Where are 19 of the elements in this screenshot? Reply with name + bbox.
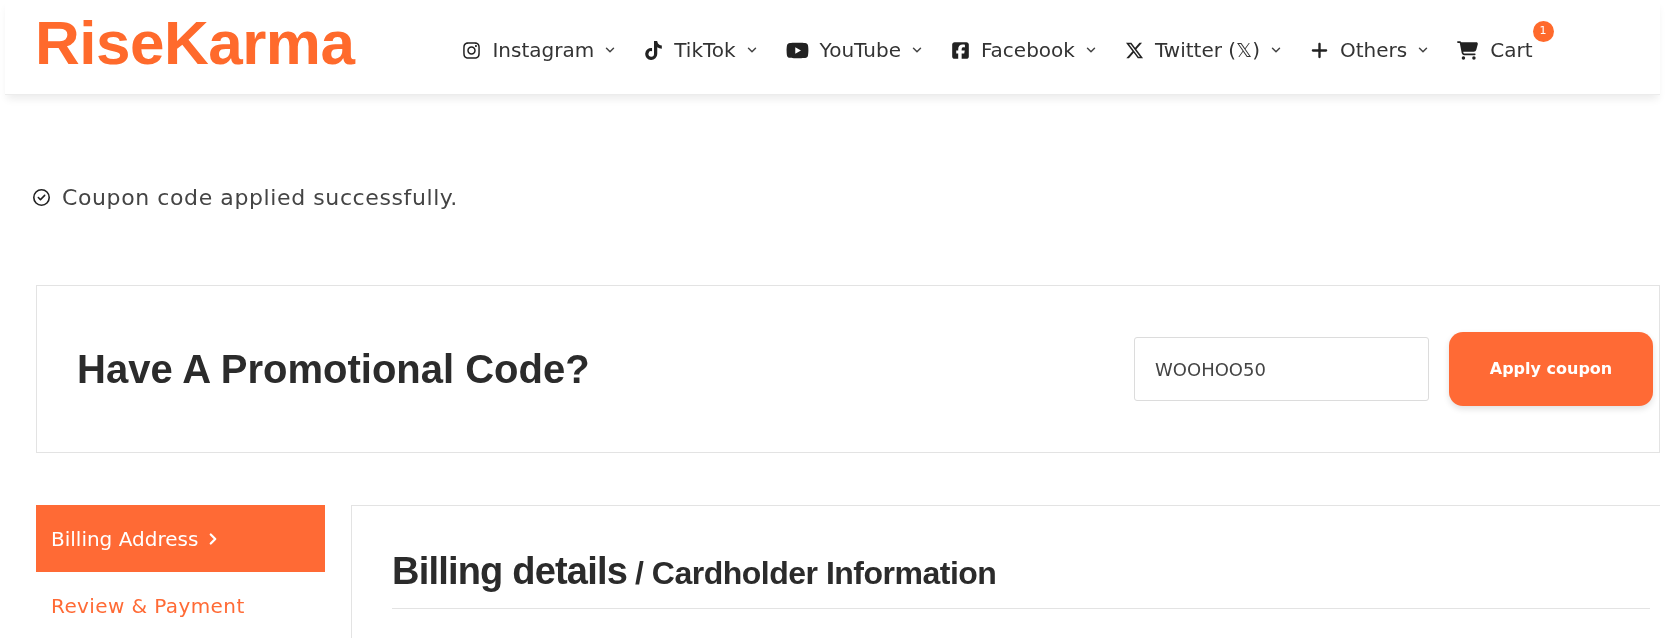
cart-count-badge: 1 [1532, 21, 1554, 42]
cart-link[interactable]: Cart [1457, 35, 1533, 65]
nav-menu-item[interactable]: TikTok [644, 35, 759, 65]
nav-menu-item[interactable]: Twitter (𝕏) [1124, 35, 1284, 65]
billing-heading: Billing details [392, 552, 628, 590]
nav-menu-item[interactable]: Instagram [462, 35, 618, 65]
plus-icon [1310, 40, 1330, 60]
promo-heading: Have A Promotional Code? [77, 346, 590, 393]
billing-subheading: / Cardholder Information [635, 557, 997, 590]
nav-menu-item[interactable]: Facebook [950, 35, 1098, 65]
facebook-icon [950, 40, 970, 60]
x-logo-icon [1124, 40, 1144, 60]
nav-menu-item[interactable]: YouTube [785, 35, 924, 65]
instagram-icon [462, 40, 482, 60]
success-message: Coupon code applied successfully. [62, 184, 458, 212]
coupon-code-field[interactable]: WOOHOO50 [1134, 337, 1429, 401]
nav-menu-item[interactable]: Others [1310, 35, 1431, 65]
tiktok-icon [644, 40, 664, 60]
cart-icon [1457, 39, 1479, 61]
